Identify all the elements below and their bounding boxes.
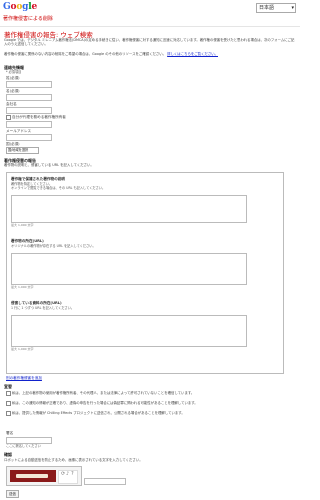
declaration-text-2: 私は、この通知の情報が正確であり、虚偽の申告を行った場合には偽証罪に問われる可能… [12,401,198,405]
infringing-url-count: 最大 1,000 文字 [11,347,34,351]
declaration-checkbox-1[interactable] [6,391,11,396]
work-description-textarea[interactable] [11,195,247,223]
captcha-image [10,470,56,482]
declaration-text-1: 私は、上記の著作物の使用が著作権所有者、その代理人、または法律によって許可されて… [12,391,195,395]
signature-label: 署名 [6,431,14,435]
signature-hint: ここに署名してください [6,444,41,448]
captcha-input[interactable] [84,478,126,485]
chevron-down-icon: ▾ [291,5,294,11]
source-url-textarea[interactable] [11,253,247,285]
captcha-controls: ⟳ ♪ ? [58,470,78,484]
google-logo[interactable]: Google [3,2,37,12]
intro-text-2: 著作権の侵害に関係のない内容の削除をご希望の場合は、Google のその他のリソ… [4,52,167,56]
last-name-input[interactable] [6,81,52,88]
representative-checkbox[interactable] [6,115,11,120]
country-select[interactable]: 国/地域を選択 [6,147,39,154]
infringement-section-desc: 著作物の説明と、侵害している URL を記入してください。 [4,163,94,167]
help-icon[interactable]: ? [71,471,74,477]
infringement-box: 著作権で保護された著作物の説明 著作物を特定してください。 オンラインで閲覧でき… [6,172,284,374]
language-select[interactable]: 日本語 ▾ [256,3,296,13]
copyright-holder-input[interactable] [6,121,52,128]
source-url-desc: オリジナルの著作物が存在する URL を記入してください。 [11,244,96,248]
logo-e: e [31,2,37,12]
language-value: 日本語 [259,5,275,11]
work-description-desc-2: オンラインで閲覧できる場合は、その URL も記入してください。 [11,186,106,190]
source-url-count: 最大 1,000 文字 [11,285,34,289]
captcha-widget: ⟳ ♪ ? [6,466,82,486]
intro-paragraph-2: 著作権の侵害に関係のない内容の削除をご希望の場合は、Google のその他のリソ… [4,52,296,56]
breadcrumb[interactable]: 著作権侵害による削除 [3,15,53,22]
signature-input[interactable] [6,437,52,444]
details-link[interactable]: 詳しくはこちらをご覧ください。 [167,52,218,56]
add-infringement-link[interactable]: 別の著作権侵害を追加 [6,376,42,381]
declaration-checkbox-3[interactable] [6,411,11,416]
email-input[interactable] [6,134,52,141]
declaration-text-3: 私は、提供した情報が Chilling Effects プロジェクトに送信され、… [12,411,185,415]
work-description-count: 最大 1,000 文字 [11,223,34,227]
audio-icon[interactable]: ♪ [66,471,69,477]
logo-g: G [3,2,11,12]
captcha-desc: ロボットによる自動送信を防止するため、画像に表示されている文字を入力してください… [4,458,143,462]
declaration-checkbox-2[interactable] [6,401,11,406]
submit-button[interactable]: 送信 [6,490,19,498]
declaration-section-title: 宣誓 [4,384,12,389]
required-note: * 必須項目 [6,70,22,74]
company-input[interactable] [6,107,52,114]
representative-label: 自分が代理を務める著作権所有者 [12,115,66,119]
first-name-input[interactable] [6,94,52,101]
infringing-url-desc: 1 行に 1 つずつ URL を記入してください。 [11,306,75,310]
intro-paragraph-1: Google では、デジタル ミレニアム著作権法(DMCA)の定める手続きに従い… [4,38,295,47]
top-bar [0,0,300,27]
country-value: 国/地域を選択 [8,148,29,152]
refresh-icon[interactable]: ⟳ [61,471,65,477]
infringing-url-textarea[interactable] [11,315,247,347]
